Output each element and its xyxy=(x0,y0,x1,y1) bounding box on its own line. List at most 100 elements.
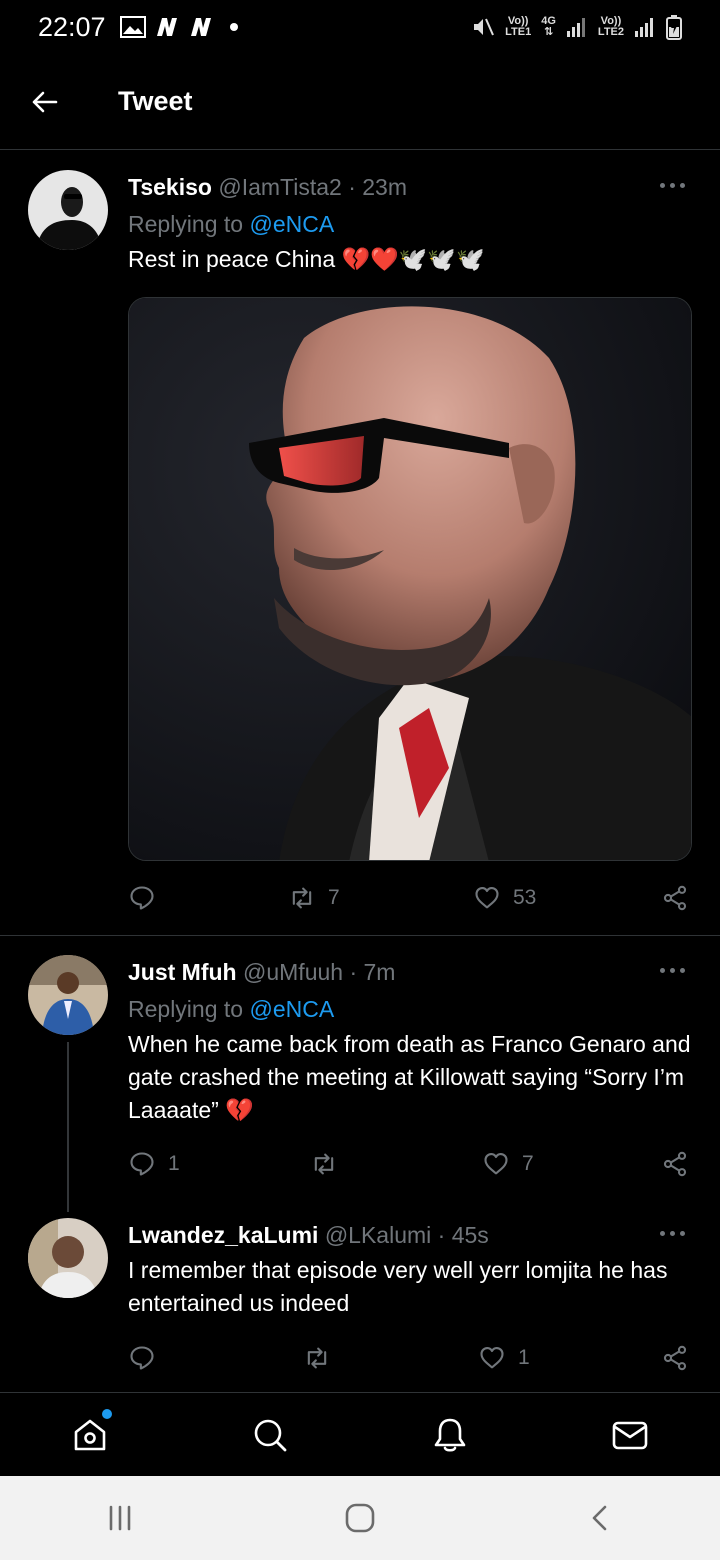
like-button[interactable]: 7 xyxy=(482,1144,534,1184)
home-system-button[interactable] xyxy=(240,1476,480,1560)
share-icon xyxy=(663,1345,687,1371)
arrow-left-icon xyxy=(32,91,58,112)
chevron-left-icon xyxy=(592,1505,607,1531)
like-button[interactable]: 1 xyxy=(478,1338,530,1378)
home-square-icon xyxy=(345,1503,375,1533)
heart-icon xyxy=(480,1347,504,1369)
like-count: 1 xyxy=(518,1346,530,1369)
retweet-icon xyxy=(292,887,312,909)
signal-icon xyxy=(635,18,653,37)
retweet-count: 7 xyxy=(328,886,340,909)
home-icon xyxy=(74,1419,106,1450)
avatar-image xyxy=(28,170,108,250)
battery-icon xyxy=(666,15,682,40)
author-name[interactable]: Lwandez_kaLumi xyxy=(128,1222,318,1248)
back-system-button[interactable] xyxy=(480,1476,720,1560)
author-handle[interactable]: @IamTista2 xyxy=(218,174,341,200)
status-time: 22:07 xyxy=(38,11,106,42)
share-button[interactable] xyxy=(661,878,689,918)
status-notification-icons xyxy=(119,16,238,38)
nav-search[interactable] xyxy=(180,1393,360,1476)
avatar[interactable] xyxy=(28,955,108,1035)
status-system-icons: Vo)) LTE1 4G ⇅ Vo)) LTE2 xyxy=(471,14,682,40)
tweet-text: Rest in peace China 💔❤️🕊️🕊️🕊️ xyxy=(128,246,485,272)
system-navigation-bar xyxy=(0,1476,720,1560)
reply-button[interactable] xyxy=(128,878,156,918)
mute-icon xyxy=(474,18,495,36)
share-icon xyxy=(663,885,687,911)
tweet-content: Lwandez_kaLumi @LKalumi · 45s I remember… xyxy=(128,1220,692,1320)
retweet-button[interactable] xyxy=(310,1144,338,1184)
signal-icon xyxy=(566,18,585,37)
reply-button[interactable] xyxy=(128,1338,156,1378)
author-handle[interactable]: @uMfuuh xyxy=(243,959,343,985)
replying-to: Replying to @eNCA xyxy=(128,996,335,1022)
mention-link[interactable]: @eNCA xyxy=(249,211,334,237)
status-bar: 22:07 Vo)) LTE1 4G ⇅ Vo)) LTE2 xyxy=(0,0,720,54)
nav-home[interactable] xyxy=(0,1393,180,1476)
n-icon xyxy=(190,18,211,36)
avatar[interactable] xyxy=(28,170,108,250)
app-bar: Tweet xyxy=(0,54,720,150)
reply-icon xyxy=(130,1346,154,1370)
mail-icon xyxy=(612,1421,648,1449)
mention-link[interactable]: @eNCA xyxy=(249,996,334,1022)
reply-button[interactable]: 1 xyxy=(128,1144,180,1184)
recent-apps-button[interactable] xyxy=(0,1476,240,1560)
sim2-indicator: Vo)) LTE2 xyxy=(597,15,624,38)
like-count: 53 xyxy=(513,886,537,909)
avatar-image xyxy=(28,1218,108,1298)
tweet-header: Lwandez_kaLumi @LKalumi · 45s xyxy=(128,1220,692,1250)
tweet-content: Just Mfuh @uMfuuh · 7m Replying to @eNCA… xyxy=(128,957,692,1127)
share-icon xyxy=(663,1151,687,1177)
tweet-actions: 7 53 xyxy=(128,878,692,918)
back-button[interactable] xyxy=(0,54,88,150)
reply-icon xyxy=(130,1152,154,1176)
page-title: Tweet xyxy=(118,86,193,116)
author-name[interactable]: Tsekiso xyxy=(128,174,212,200)
n-icon xyxy=(156,18,177,36)
recent-apps-icon xyxy=(109,1505,131,1531)
tweet-text: I remember that episode very well yerr l… xyxy=(128,1257,668,1316)
tweet-actions: 1 xyxy=(128,1338,692,1378)
tweet-content: Tsekiso @IamTista2 · 23m Replying to @eN… xyxy=(128,172,692,276)
tweet-header: Tsekiso @IamTista2 · 23m xyxy=(128,172,692,202)
search-icon xyxy=(254,1419,287,1451)
tweet-text: When he came back from death as Franco G… xyxy=(128,1031,691,1123)
sim1-indicator: Vo)) LTE1 xyxy=(505,15,532,38)
retweet-button[interactable] xyxy=(303,1338,331,1378)
thread-line xyxy=(67,1042,69,1212)
nav-messages[interactable] xyxy=(540,1393,720,1476)
image-icon xyxy=(119,16,146,38)
replying-to: Replying to @eNCA xyxy=(128,211,335,237)
like-count: 7 xyxy=(522,1152,534,1175)
network-type-indicator: 4G ⇅ xyxy=(541,15,556,38)
nav-notifications[interactable] xyxy=(360,1393,540,1476)
reply-icon xyxy=(130,886,154,910)
retweet-button[interactable]: 7 xyxy=(288,878,340,918)
share-button[interactable] xyxy=(661,1338,689,1378)
like-button[interactable]: 53 xyxy=(473,878,536,918)
retweet-icon xyxy=(314,1153,334,1175)
bell-icon xyxy=(434,1418,466,1452)
avatar-image xyxy=(28,955,108,1035)
reply-count: 1 xyxy=(168,1152,180,1175)
tweet-time: · 7m xyxy=(349,959,396,985)
heart-icon xyxy=(484,1153,508,1175)
tweet-actions: 1 7 xyxy=(128,1144,692,1184)
new-content-dot xyxy=(102,1409,112,1419)
tweet-time: · 45s xyxy=(437,1222,489,1248)
tweet-header: Just Mfuh @uMfuuh · 7m xyxy=(128,957,692,987)
tweet-time: · 23m xyxy=(348,174,407,200)
dot-icon xyxy=(229,23,238,31)
author-handle[interactable]: @LKalumi xyxy=(325,1222,431,1248)
share-button[interactable] xyxy=(661,1144,689,1184)
portrait-image xyxy=(129,298,691,860)
avatar[interactable] xyxy=(28,1218,108,1298)
author-name[interactable]: Just Mfuh xyxy=(128,959,237,985)
divider xyxy=(0,935,720,936)
tweet-photo[interactable] xyxy=(128,297,692,861)
retweet-icon xyxy=(307,1347,327,1369)
bottom-navigation xyxy=(0,1392,720,1476)
heart-icon xyxy=(475,887,499,909)
